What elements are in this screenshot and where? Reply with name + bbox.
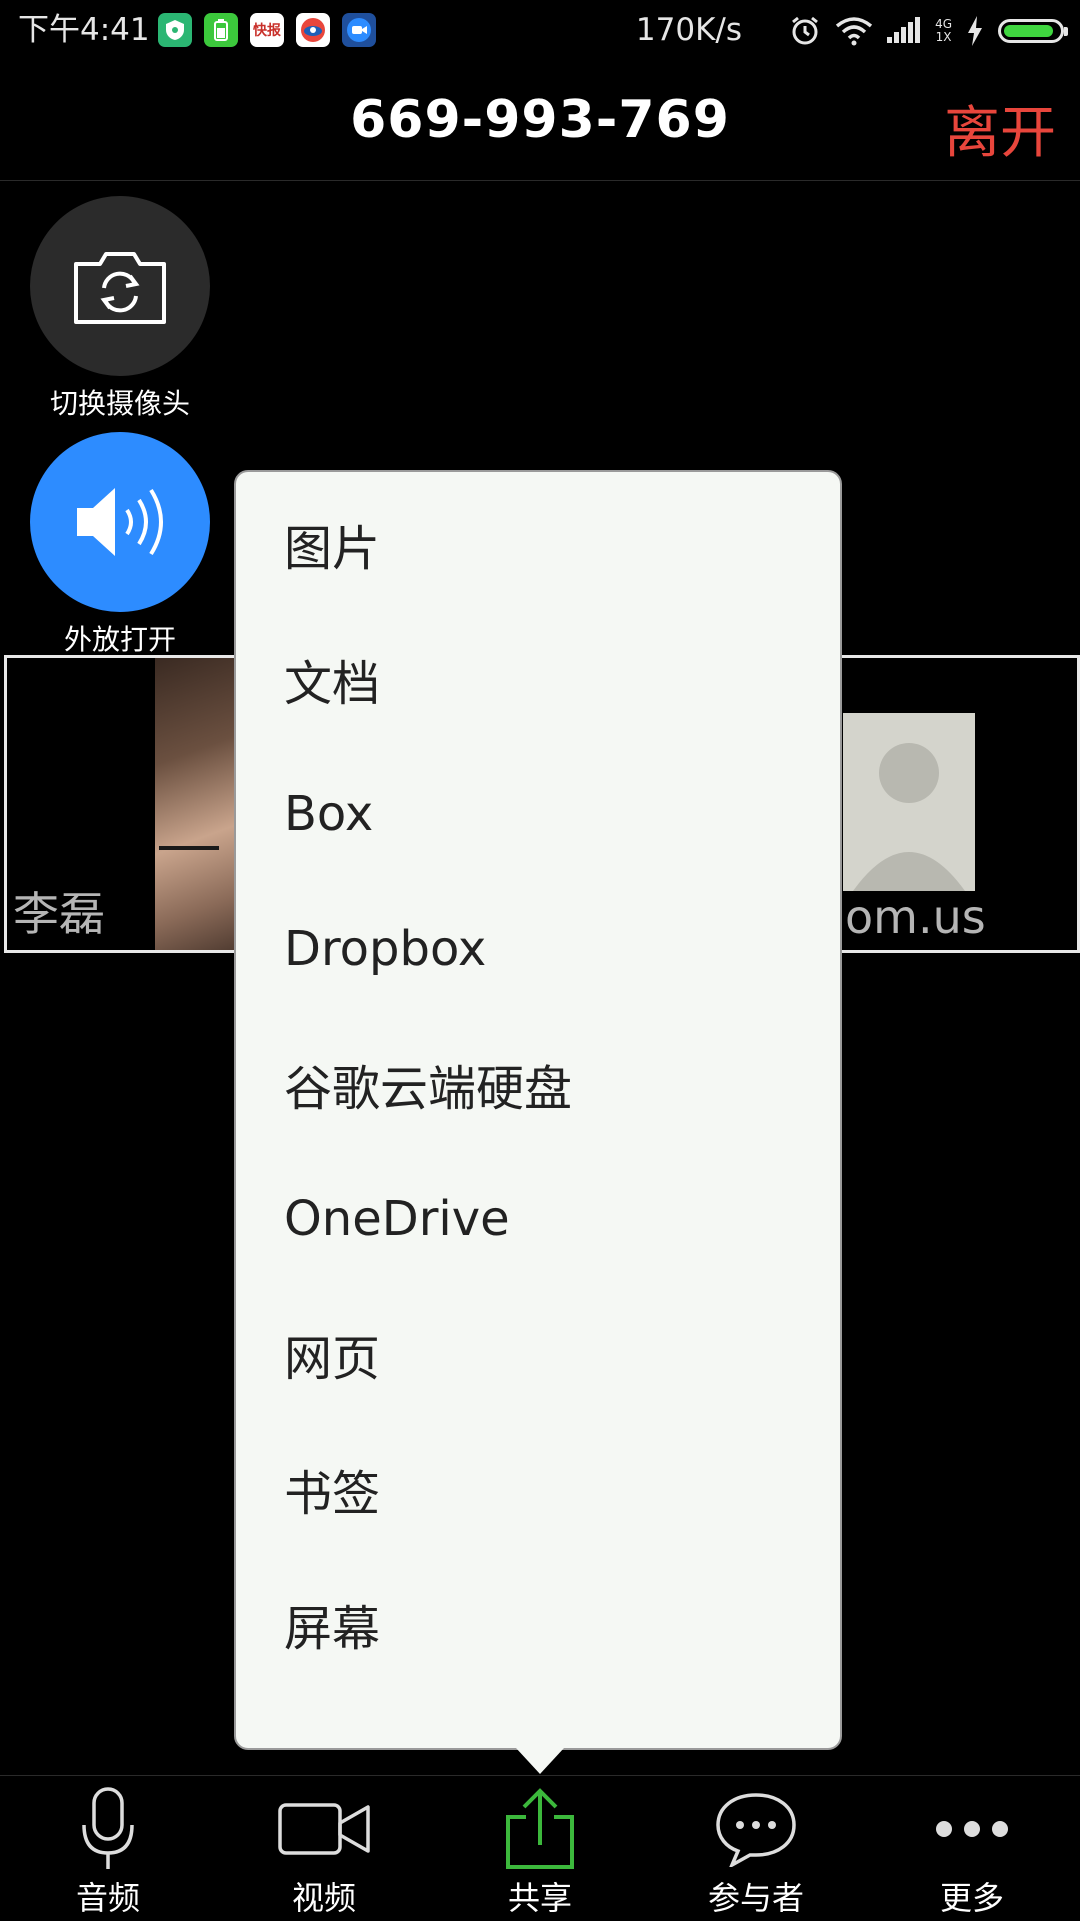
battery-app-icon xyxy=(204,13,238,47)
tab-video[interactable]: 视频 xyxy=(216,1776,432,1921)
switch-camera-label: 切换摄像头 xyxy=(49,387,190,420)
camera-switch-icon xyxy=(74,252,166,324)
status-time: 下午4:41 xyxy=(18,12,150,48)
shield-app-icon xyxy=(158,13,192,47)
status-indicators: 4G 1X xyxy=(789,12,1068,50)
tab-video-label: 视频 xyxy=(291,1879,356,1917)
tab-audio[interactable]: 音频 xyxy=(0,1776,216,1921)
share-menu-item[interactable]: 谷歌云端硬盘 xyxy=(236,1016,840,1151)
more-dots-icon xyxy=(936,1821,1008,1837)
battery-indicator xyxy=(998,19,1068,43)
speaker-label: 外放打开 xyxy=(63,623,176,656)
share-menu-item[interactable]: 图片 xyxy=(236,476,840,611)
avatar xyxy=(843,713,975,891)
speaker-icon xyxy=(77,488,163,556)
alarm-icon xyxy=(792,16,818,45)
share-upload-icon xyxy=(506,1788,574,1869)
share-menu-item[interactable]: 网页 xyxy=(236,1286,840,1421)
tab-share[interactable]: 共享 xyxy=(432,1776,648,1921)
battery-level xyxy=(1004,25,1054,37)
network-type: 4G 1X xyxy=(935,17,952,44)
share-menu-item[interactable]: 文档 xyxy=(236,611,840,746)
tab-share-label: 共享 xyxy=(507,1879,572,1917)
participant-glasses xyxy=(159,846,219,850)
leave-button[interactable]: 离开 xyxy=(944,88,1056,169)
speaker-button[interactable] xyxy=(30,432,210,612)
share-menu: 图片 文档 Box Dropbox 谷歌云端硬盘 OneDrive 网页 书签 屏幕 xyxy=(234,470,842,1774)
status-bar: 下午4:41 快报 170K/s 4G 1X xyxy=(0,0,1080,62)
wifi-icon xyxy=(835,17,873,46)
share-menu-item[interactable]: 书签 xyxy=(236,1421,840,1556)
tab-more-label: 更多 xyxy=(939,1879,1004,1917)
speaker-control[interactable]: 外放打开 xyxy=(30,432,210,658)
tab-more[interactable]: 更多 xyxy=(864,1776,1080,1921)
video-camera-icon xyxy=(278,1803,370,1855)
signal-icon xyxy=(887,17,921,43)
zoom-app-icon xyxy=(342,13,376,47)
participant-name-right: om.us xyxy=(845,890,986,944)
network-speed: 170K/s xyxy=(635,12,742,48)
meeting-header: 669-993-769 离开 xyxy=(0,62,1080,181)
avatar-silhouette-icon xyxy=(853,743,965,891)
share-menu-item[interactable]: 屏幕 xyxy=(236,1556,840,1691)
tab-participants[interactable]: 参与者 xyxy=(648,1776,864,1921)
share-menu-list: 图片 文档 Box Dropbox 谷歌云端硬盘 OneDrive 网页 书签 屏幕 xyxy=(236,472,840,1691)
meeting-id: 669-993-769 xyxy=(350,90,730,150)
share-menu-item[interactable]: Box xyxy=(236,746,840,881)
tab-participants-label: 参与者 xyxy=(707,1879,804,1917)
switch-camera-control[interactable]: 切换摄像头 xyxy=(30,196,210,422)
charging-icon xyxy=(968,16,982,46)
chat-bubble-icon xyxy=(716,1793,796,1867)
weibo-app-icon xyxy=(296,13,330,47)
tab-audio-label: 音频 xyxy=(75,1879,140,1917)
bottom-toolbar: 音频 视频 共享 参与者 更多 xyxy=(0,1775,1080,1921)
share-menu-item[interactable]: OneDrive xyxy=(236,1151,840,1286)
participant-name-left: 李磊 xyxy=(13,887,105,941)
microphone-icon xyxy=(82,1787,134,1869)
share-menu-item[interactable]: Dropbox xyxy=(236,881,840,1016)
news-app-icon: 快报 xyxy=(250,13,284,47)
status-app-icons: 快报 xyxy=(158,13,376,47)
switch-camera-button[interactable] xyxy=(30,196,210,376)
